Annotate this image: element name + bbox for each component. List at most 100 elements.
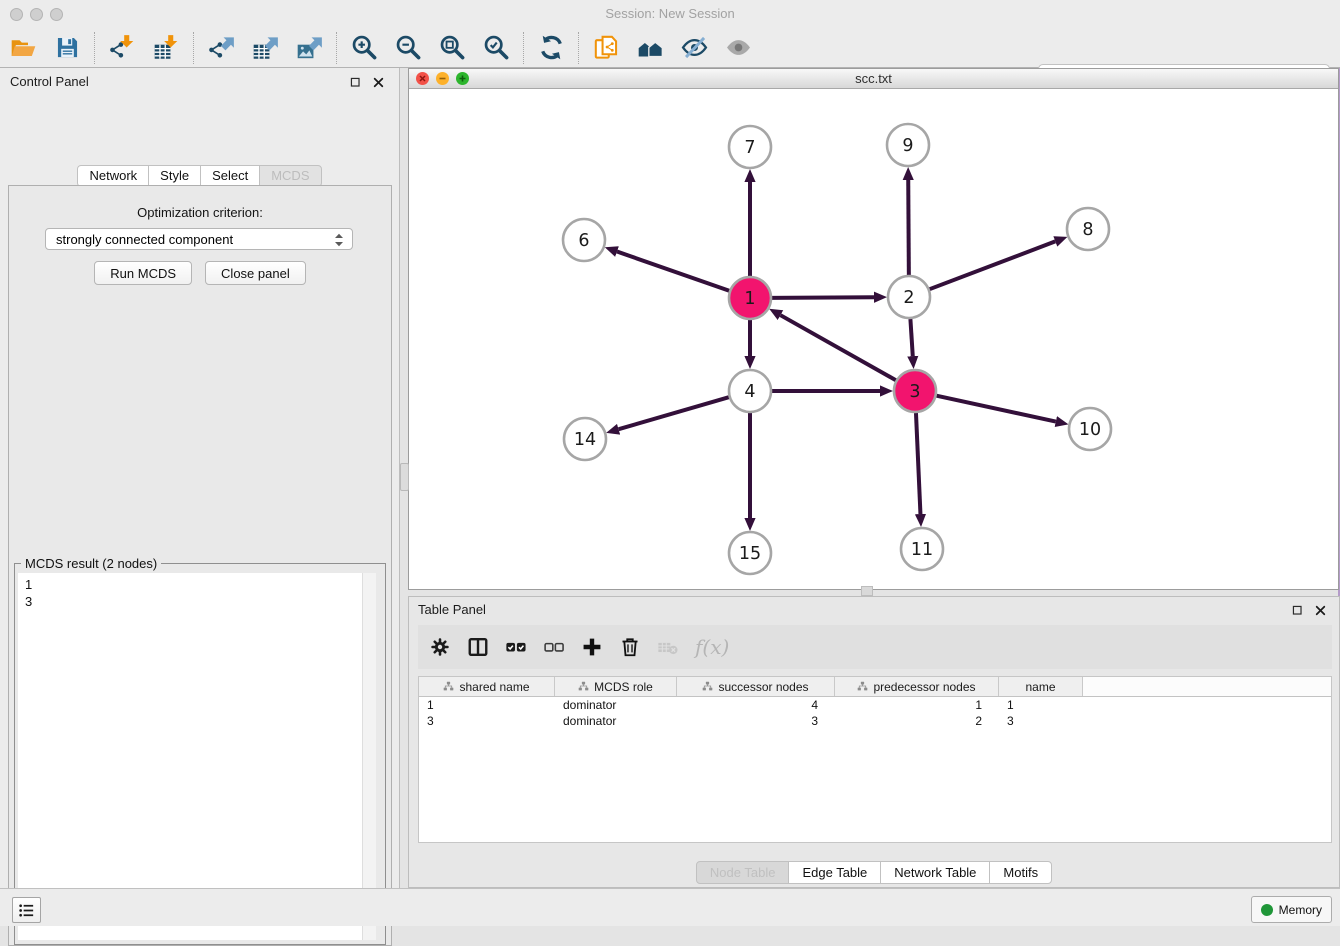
first-neighbors-icon[interactable] [637,34,664,61]
zoom-selected-icon[interactable] [483,34,510,61]
select-all-columns-icon[interactable] [505,636,527,658]
svg-text:2: 2 [903,288,914,308]
cell-shared-name[interactable]: 1 [419,697,555,713]
graph-node-3[interactable]: 3 [894,370,936,412]
graph-edge-4-14[interactable] [619,397,729,429]
refresh-icon[interactable] [538,34,565,61]
graph-edge-2-9[interactable] [908,180,909,275]
float-table-panel-icon[interactable] [1290,603,1304,617]
cell-mcds-role[interactable]: dominator [555,697,677,713]
tab-edge-table[interactable]: Edge Table [788,861,881,884]
graph-node-6[interactable]: 6 [563,219,605,261]
split-view-icon[interactable] [467,636,489,658]
column-header-successor-nodes[interactable]: successor nodes [677,677,835,696]
zoom-fit-icon[interactable] [439,34,466,61]
graph-node-9[interactable]: 9 [887,124,929,166]
optimization-criterion-select[interactable]: strongly connected component [45,228,353,250]
cell-predecessor-nodes[interactable]: 2 [835,713,999,729]
import-table-icon[interactable] [153,34,180,61]
tab-select[interactable]: Select [200,165,260,187]
column-header-mcds-role[interactable]: MCDS role [555,677,677,696]
import-network-icon[interactable] [109,34,136,61]
column-header-name[interactable]: name [999,677,1083,696]
column-label: shared name [459,680,529,694]
svg-text:11: 11 [911,540,933,560]
graph-node-7[interactable]: 7 [729,126,771,168]
graph-node-4[interactable]: 4 [729,370,771,412]
cell-predecessor-nodes[interactable]: 1 [835,697,999,713]
graph-edge-3-1[interactable] [780,315,895,380]
float-panel-icon[interactable] [348,75,362,89]
zoom-in-icon[interactable] [351,34,378,61]
graph-node-10[interactable]: 10 [1069,408,1111,450]
cell-successor-nodes[interactable]: 3 [677,713,835,729]
task-history-button[interactable] [12,897,41,923]
tab-node-table[interactable]: Node Table [696,861,790,884]
gear-icon[interactable] [429,636,451,658]
cell-mcds-role[interactable]: dominator [555,713,677,729]
add-column-icon[interactable] [581,636,603,658]
control-panel-title: Control Panel [10,74,89,89]
graph-edge-1-6[interactable] [617,252,729,291]
close-table-panel-icon[interactable] [1313,603,1327,617]
main-toolbar [0,28,1340,68]
cell-name[interactable]: 3 [999,713,1083,729]
close-panel-button[interactable]: Close panel [205,261,306,285]
mcds-result-area[interactable]: 1 3 [18,573,376,940]
tab-mcds[interactable]: MCDS [259,165,321,187]
tab-style[interactable]: Style [148,165,201,187]
graph-edge-2-3[interactable] [910,319,912,356]
graph-edge-3-11[interactable] [916,413,920,514]
open-folder-icon[interactable] [10,34,37,61]
tab-network-table[interactable]: Network Table [880,861,990,884]
memory-button[interactable]: Memory [1251,896,1332,923]
network-window-titlebar[interactable]: scc.txt [409,69,1338,89]
duplicate-network-icon[interactable] [593,34,620,61]
graph-edge-1-2[interactable] [772,297,874,298]
graph-node-11[interactable]: 11 [901,528,943,570]
column-label: MCDS role [594,680,653,694]
table-body: 1dominator4113dominator323 [419,697,1331,729]
select-chevrons-icon [331,231,347,252]
export-table-icon[interactable] [252,34,279,61]
tab-network[interactable]: Network [77,165,149,187]
table-row-2[interactable]: 3dominator323 [419,713,1331,729]
hide-selected-icon[interactable] [681,34,708,61]
cell-name[interactable]: 1 [999,697,1083,713]
deselect-columns-icon[interactable] [543,636,565,658]
panel-splitter-handle[interactable] [400,463,409,491]
close-panel-icon[interactable] [371,75,385,89]
network-canvas[interactable]: 7 9 6 8 1 2 4 3 14 10 15 11 [409,88,1338,589]
column-header-predecessor-nodes[interactable]: predecessor nodes [835,677,999,696]
show-all-icon[interactable] [725,34,752,61]
graph-edge-2-8[interactable] [930,241,1056,289]
optimization-criterion-value: strongly connected component [56,232,233,247]
zoom-out-icon[interactable] [395,34,422,61]
mcds-result-title: MCDS result (2 nodes) [21,556,161,571]
column-header-shared-name[interactable]: shared name [419,677,555,696]
cell-shared-name[interactable]: 3 [419,713,555,729]
table-header-row: shared name MCDS role successor nodesprede… [419,677,1331,697]
run-mcds-button[interactable]: Run MCDS [94,261,192,285]
svg-text:4: 4 [744,382,755,402]
result-scrollbar[interactable] [362,573,376,940]
export-image-icon[interactable] [296,34,323,61]
function-builder-icon: f(x) [695,635,729,659]
graph-node-2[interactable]: 2 [888,276,930,318]
export-network-icon[interactable] [208,34,235,61]
svg-text:14: 14 [574,430,596,450]
graph-node-8[interactable]: 8 [1067,208,1109,250]
table-row-1[interactable]: 1dominator411 [419,697,1331,713]
save-icon[interactable] [54,34,81,61]
graph-node-15[interactable]: 15 [729,532,771,574]
window-titlebar: Session: New Session [0,0,1340,29]
graph-node-14[interactable]: 14 [564,418,606,460]
list-icon [17,900,37,920]
graph-edge-3-10[interactable] [936,396,1055,422]
tab-motifs[interactable]: Motifs [989,861,1052,884]
node-table: shared name MCDS role successor nodesprede… [418,676,1332,843]
graph-node-1[interactable]: 1 [729,277,771,319]
delete-trash-icon[interactable] [619,636,641,658]
cell-successor-nodes[interactable]: 4 [677,697,835,713]
view-splitter-handle[interactable] [861,586,873,596]
